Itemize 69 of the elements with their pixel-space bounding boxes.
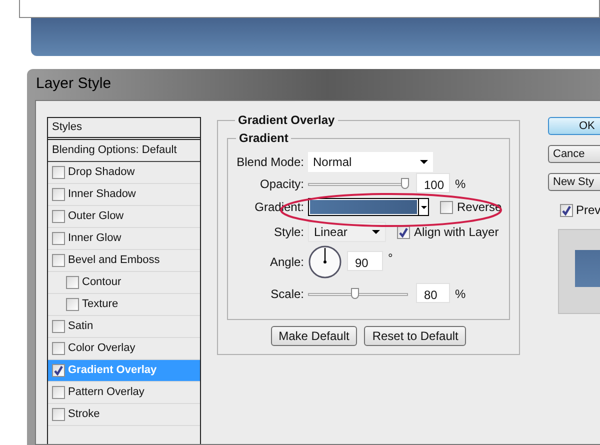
style-list-item[interactable]: Satin: [48, 316, 200, 338]
number-field[interactable]: 100: [416, 173, 450, 194]
style-label: Satin: [68, 319, 94, 334]
number-field[interactable]: 90: [347, 251, 383, 272]
panel-button[interactable]: Reset to Default: [364, 326, 466, 346]
checkbox[interactable]: [66, 298, 79, 311]
style-list-item[interactable]: Drop Shadow: [48, 162, 200, 184]
style-label: Bevel and Emboss: [68, 253, 160, 268]
unit-label: %: [455, 176, 466, 193]
caret-icon[interactable]: [418, 199, 428, 215]
number-field[interactable]: 80: [416, 283, 450, 304]
style-label: Outer Glow: [68, 209, 124, 224]
preview-checkbox[interactable]: [560, 204, 573, 216]
dialog-button[interactable]: New Sty: [548, 173, 600, 191]
style-list-item[interactable]: Pattern Overlay: [48, 382, 200, 404]
style-label: Texture: [82, 297, 118, 312]
window-title: Layer Style: [36, 74, 112, 94]
checkbox[interactable]: [52, 342, 65, 355]
blend-mode-dropdown[interactable]: Normal: [308, 152, 433, 172]
checkbox[interactable]: [66, 276, 79, 289]
style-label: Inner Shadow: [68, 187, 136, 202]
checkbox[interactable]: [52, 320, 65, 333]
style-list-item[interactable]: Bevel and Emboss: [48, 250, 200, 272]
gradient-picker[interactable]: [308, 198, 429, 216]
panel-button[interactable]: Make Default: [270, 326, 358, 346]
styles-header[interactable]: Styles: [48, 118, 200, 140]
slider-track[interactable]: [308, 288, 408, 300]
checkbox[interactable]: [52, 232, 65, 245]
style-list-item[interactable]: Texture: [48, 294, 200, 316]
slider-track[interactable]: [308, 178, 408, 190]
style-label: Stroke: [68, 407, 100, 422]
checkbox[interactable]: [52, 188, 65, 201]
style-list-item[interactable]: Inner Shadow: [48, 184, 200, 206]
group-title: Gradient: [238, 130, 290, 147]
dialog-button[interactable]: OK: [548, 117, 600, 135]
style-label: Pattern Overlay: [68, 385, 144, 400]
slider-thumb[interactable]: [401, 178, 409, 189]
caret-icon: [420, 160, 428, 164]
style-list-item[interactable]: Outer Glow: [48, 206, 200, 228]
field-label: Opacity:: [258, 176, 305, 193]
checkbox[interactable]: [52, 364, 65, 377]
field-label: Scale:: [270, 286, 305, 303]
field-label: Style:: [272, 224, 305, 241]
style-list-item[interactable]: Contour: [48, 272, 200, 294]
angle-dial[interactable]: [308, 245, 342, 279]
style-label: Gradient Overlay: [68, 363, 157, 378]
panel-title: Gradient Overlay: [237, 112, 336, 129]
style-list-item[interactable]: Inner Glow: [48, 228, 200, 250]
style-list-item[interactable]: Stroke: [48, 404, 200, 426]
field-label: Blend Mode:: [236, 154, 305, 171]
style-label: Inner Glow: [68, 231, 122, 246]
field-label: Angle:: [268, 254, 305, 271]
style-dropdown[interactable]: Linear: [308, 222, 386, 242]
reverse-checkbox[interactable]: [440, 200, 453, 214]
slider-thumb[interactable]: [351, 288, 359, 299]
style-label: Color Overlay: [68, 341, 136, 356]
checkbox-label: Align with Layer: [414, 224, 499, 241]
checkbox[interactable]: [52, 166, 65, 179]
caret-icon: [372, 230, 380, 234]
unit-label: °: [388, 250, 393, 267]
checkbox[interactable]: [52, 386, 65, 399]
style-label: Drop Shadow: [68, 165, 135, 180]
checkbox[interactable]: [52, 254, 65, 267]
dialog-button[interactable]: Cance: [548, 145, 600, 163]
blending-options-item[interactable]: Blending Options: Default: [48, 140, 200, 162]
checkbox[interactable]: [52, 210, 65, 223]
unit-label: %: [455, 286, 466, 303]
style-label: Contour: [82, 275, 122, 290]
checkbox[interactable]: [52, 408, 65, 421]
